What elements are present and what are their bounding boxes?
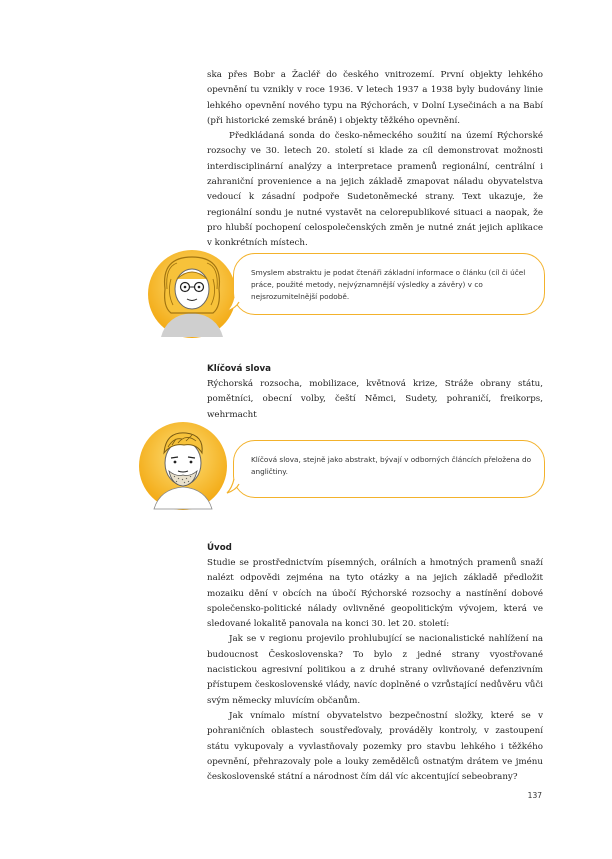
intro-paragraph-1: ska přes Bobr a Žacléř do českého vnitro… (207, 70, 543, 126)
introduction-section: Úvod Studie se prostřednictvím písemných… (207, 541, 543, 785)
page-number: 137 (527, 791, 542, 800)
intro-text: ska přes Bobr a Žacléř do českého vnitro… (207, 68, 543, 252)
author-avatar-1 (148, 250, 236, 338)
document-page: ska přes Bobr a Žacléř do českého vnitro… (0, 0, 612, 859)
keywords-section: Klíčová slova Rýchorská rozsocha, mobili… (207, 362, 543, 423)
bubble-keywords-text: Klíčová slova, stejně jako abstrakt, býv… (251, 455, 532, 477)
keywords-text: Rýchorská rozsocha, mobilizace, květnová… (207, 379, 543, 420)
author-avatar-2 (139, 422, 227, 510)
intro-paragraph-2: Předkládaná sonda do česko-německého sou… (207, 131, 543, 249)
section-paragraph-3: Jak vnímalo místní obyvatelstvo bezpečno… (207, 710, 543, 783)
bubble-tail-icon (226, 296, 240, 312)
speech-bubble-keywords: Klíčová slova, stejně jako abstrakt, býv… (233, 440, 545, 498)
bubble-tail-icon (226, 478, 240, 494)
section-paragraph-1: Studie se prostřednictvím písemných, orá… (207, 558, 543, 630)
section-paragraph-2: Jak se v regionu projevilo prohlubující … (207, 634, 543, 706)
bubble-abstract-text: Smyslem abstraktu je podat čtenáři zákla… (251, 268, 526, 302)
keywords-heading: Klíčová slova (207, 364, 271, 374)
section-heading: Úvod (207, 543, 232, 553)
speech-bubble-abstract: Smyslem abstraktu je podat čtenáři zákla… (233, 253, 545, 315)
